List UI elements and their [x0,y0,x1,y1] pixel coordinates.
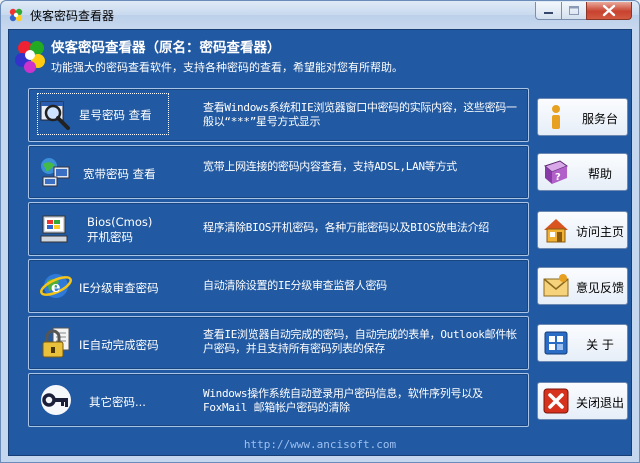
feedback-button[interactable]: 意见反馈 [537,267,628,305]
item-label: 星号密码 查看 [79,108,152,122]
item-label: Bios(Cmos) [87,215,153,229]
item-description: 查看Windows系统和IE浏览器窗口中密码的实际内容，这些密码一般以“***”… [203,101,517,128]
item-label: IE分级审查密码 [79,281,159,295]
item-description: 宽带上网连接的密码内容查看，支持ADSL,LAN等方式 [203,160,457,173]
close-exit-button[interactable]: 关闭退出 [537,382,628,420]
ie-autocomplete-item[interactable]: IE自动完成密码 查看IE浏览器自动完成的密码，自动完成的表单，Outlook邮… [28,316,529,370]
broadband-password-item[interactable]: 宽带密码 查看 宽带上网连接的密码内容查看，支持ADSL,LAN等方式 [28,145,529,199]
other-passwords-item[interactable]: 其它密码... Windows操作系统自动登录用户密码信息，软件序列号以及Fox… [28,373,529,427]
network-icon [41,158,70,187]
item-description: 程序清除BIOS开机密码，各种万能密码以及BIOS放电法介绍 [203,221,489,234]
ie-globe-icon: e [40,274,72,298]
item-description: Windows操作系统自动登录用户密码信息，软件序列号以及FoxMail 邮箱帐… [203,387,483,414]
item-description: 自动清除设置的IE分级审查监督人密码 [203,279,387,292]
app-window: 侠客密码查看器 侠客密码查看器（原名：密码查看器） 功能强大的密码查看软件，支持… [0,0,640,463]
help-button[interactable]: ? 帮助 [537,153,628,191]
button-label: 服务台 [581,112,618,126]
minimize-button[interactable] [535,2,562,20]
ie-content-advisor-item[interactable]: e IE分级审查密码 自动清除设置的IE分级审查监督人密码 [28,259,529,313]
header-title: 侠客密码查看器（原名：密码查看器） [51,40,281,56]
close-x-icon [543,388,569,414]
button-label: 意见反馈 [575,281,624,295]
maximize-button[interactable] [561,2,587,20]
button-label: 关 于 [586,338,614,352]
info-icon [552,105,560,129]
key-icon [41,385,71,415]
minimize-icon [544,12,553,14]
item-description: 查看IE浏览器自动完成的密码，自动完成的表单，Outlook邮件帐户密码，并且支… [203,328,517,355]
visit-homepage-button[interactable]: 访问主页 [537,211,628,249]
close-icon [602,4,616,17]
about-icon [544,331,568,355]
website-link[interactable]: http://www.ancisoft.com [9,438,631,451]
app-logo-icon [9,8,23,22]
item-label-secondary: 开机密码 [87,230,133,244]
item-label: 宽带密码 查看 [83,167,156,181]
service-desk-button[interactable]: 服务台 [537,98,628,136]
main-panel: 侠客密码查看器（原名：密码查看器） 功能强大的密码查看软件，支持各种密码的查看，… [8,29,632,456]
lock-icon [42,327,70,358]
mail-icon [543,274,569,297]
svg-text:?: ? [555,172,561,183]
help-book-icon: ? [544,160,569,184]
flower-logo-icon [15,41,45,73]
star-password-item[interactable]: 星号密码 查看 查看Windows系统和IE浏览器窗口中密码的实际内容，这些密码… [28,88,529,142]
maximize-icon [569,6,579,15]
about-button[interactable]: 关 于 [537,324,628,362]
item-label: IE自动完成密码 [79,338,159,352]
close-button[interactable] [586,2,632,20]
title-bar[interactable]: 侠客密码查看器 [1,1,639,29]
magnifier-icon [40,101,70,130]
bios-password-item[interactable]: Bios(Cmos) 开机密码 程序清除BIOS开机密码，各种万能密码以及BIO… [28,202,529,256]
computer-icon [40,215,68,243]
window-title: 侠客密码查看器 [30,9,115,23]
button-label: 关闭退出 [575,396,624,410]
home-icon [544,219,568,243]
svg-text:e: e [51,278,61,296]
item-label: 其它密码... [89,395,146,409]
button-label: 帮助 [587,167,612,181]
button-label: 访问主页 [575,225,624,239]
header-subtitle: 功能强大的密码查看软件，支持各种密码的查看，希望能对您有所帮助。 [51,61,403,74]
